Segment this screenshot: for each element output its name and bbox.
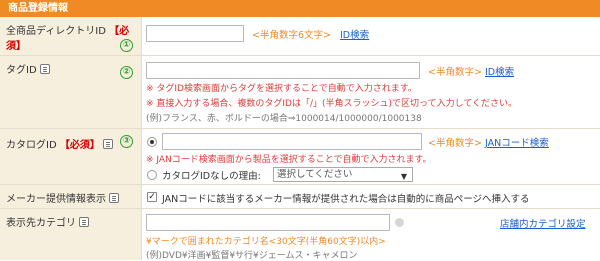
catalog-id-value-cell: <半角数字> JANコード検索 ※ JANコード検索画面から製品を選択することで… [143, 129, 600, 184]
annotation-number-3: ③ [120, 135, 133, 148]
display-category-hint: ¥マークで囲まれたカテゴリ名<30文字(半角60文字)以内> [146, 237, 386, 247]
select-value: 選択してください [277, 169, 353, 180]
directory-id-label: 全商品ディレクトリID [6, 26, 106, 37]
help-icon[interactable] [102, 139, 113, 149]
annotation-number-2: ② [120, 66, 133, 79]
tag-id-note-1: ※ タグID検索画面からタグを選択することで自動で入力されます。 [146, 84, 417, 94]
tag-id-value-cell: <半角数字> ID検索 ※ タグID検索画面からタグを選択することで自動で入力さ… [143, 56, 600, 128]
annotation-number-1: ① [120, 39, 133, 52]
store-category-settings-link[interactable]: 店舗内カテゴリ設定 [500, 216, 586, 230]
catalog-id-hint: <半角数字> [428, 138, 482, 149]
row-display-category: 表示先カテゴリ 店舗内カテゴリ設定 ¥マークで囲まれたカテゴリ名<30文字(半角… [0, 209, 600, 261]
jan-code-search-link[interactable]: JANコード検索 [485, 135, 549, 149]
maker-info-value-cell: ✓ JANコードに該当するメーカー情報が提供された場合は自動的に商品ページへ挿入… [143, 185, 600, 208]
tag-id-label-cell: タグID ② [0, 56, 142, 128]
tag-id-label: タグID [6, 65, 37, 76]
row-tag-id: タグID ② <半角数字> ID検索 ※ タグID検索画面からタグを選択すること… [0, 56, 600, 129]
directory-id-hint: <半角数字6文字> [252, 30, 331, 41]
row-directory-id: 全商品ディレクトリID 【必須】 ① <半角数字6文字> ID検索 [0, 17, 600, 56]
no-catalog-label: カタログIDなしの理由: [162, 171, 261, 182]
tag-id-input[interactable] [146, 62, 420, 79]
display-category-label-cell: 表示先カテゴリ [0, 209, 142, 260]
display-category-value-cell: 店舗内カテゴリ設定 ¥マークで囲まれたカテゴリ名<30文字(半角60文字)以内>… [143, 209, 600, 261]
catalog-id-note: ※ JANコード検索画面から製品を選択することで自動で入力されます。 [146, 155, 432, 165]
tag-id-search-link[interactable]: ID検索 [485, 64, 514, 78]
directory-id-search-link[interactable]: ID検索 [340, 27, 369, 41]
product-registration-panel: 商品登録情報 全商品ディレクトリID 【必須】 ① <半角数字6文字> ID検索… [0, 0, 600, 261]
maker-info-checkbox-label: JANコードに該当するメーカー情報が提供された場合は自動的に商品ページへ挿入する [162, 194, 530, 205]
clear-icon[interactable] [395, 218, 404, 227]
catalog-id-label: カタログID [6, 140, 57, 151]
tag-id-note-2: ※ 直接入力する場合、複数のタグIDは「/」(半角スラッシュ)で区切って入力して… [146, 99, 518, 109]
no-catalog-reason-select[interactable]: 選択してください ▼ [273, 167, 413, 182]
display-category-input[interactable] [146, 214, 390, 231]
required-badge: 【必須】 [59, 140, 100, 151]
directory-id-label-cell: 全商品ディレクトリID 【必須】 ① [0, 17, 142, 55]
catalog-id-input[interactable] [162, 133, 422, 150]
directory-id-input[interactable] [146, 25, 244, 42]
maker-info-checkbox[interactable]: ✓ [147, 192, 157, 202]
help-icon[interactable] [109, 193, 119, 203]
tag-id-example: (例)フランス、赤、ボルドーの場合⇒1000014/1000000/100013… [146, 114, 422, 124]
help-icon[interactable] [79, 217, 89, 227]
catalog-id-radio[interactable] [147, 137, 157, 147]
chevron-down-icon: ▼ [400, 172, 407, 181]
tag-id-hint: <半角数字> [428, 67, 482, 78]
row-catalog-id: カタログID 【必須】 ③ <半角数字> JANコード検索 ※ JANコード検索… [0, 129, 600, 185]
row-maker-info: メーカー提供情報表示 ✓ JANコードに該当するメーカー情報が提供された場合は自… [0, 185, 600, 209]
display-category-label: 表示先カテゴリ [6, 218, 76, 229]
directory-id-value-cell: <半角数字6文字> ID検索 [143, 17, 600, 55]
catalog-id-label-cell: カタログID 【必須】 ③ [0, 129, 142, 184]
maker-info-label: メーカー提供情報表示 [6, 194, 106, 205]
help-icon[interactable] [39, 64, 50, 74]
section-header: 商品登録情報 [0, 0, 600, 17]
no-catalog-radio[interactable] [147, 170, 157, 180]
display-category-example: (例)DVD¥洋画¥監督¥サ行¥ジェームス・キャメロン [146, 251, 358, 261]
maker-info-label-cell: メーカー提供情報表示 [0, 185, 142, 208]
